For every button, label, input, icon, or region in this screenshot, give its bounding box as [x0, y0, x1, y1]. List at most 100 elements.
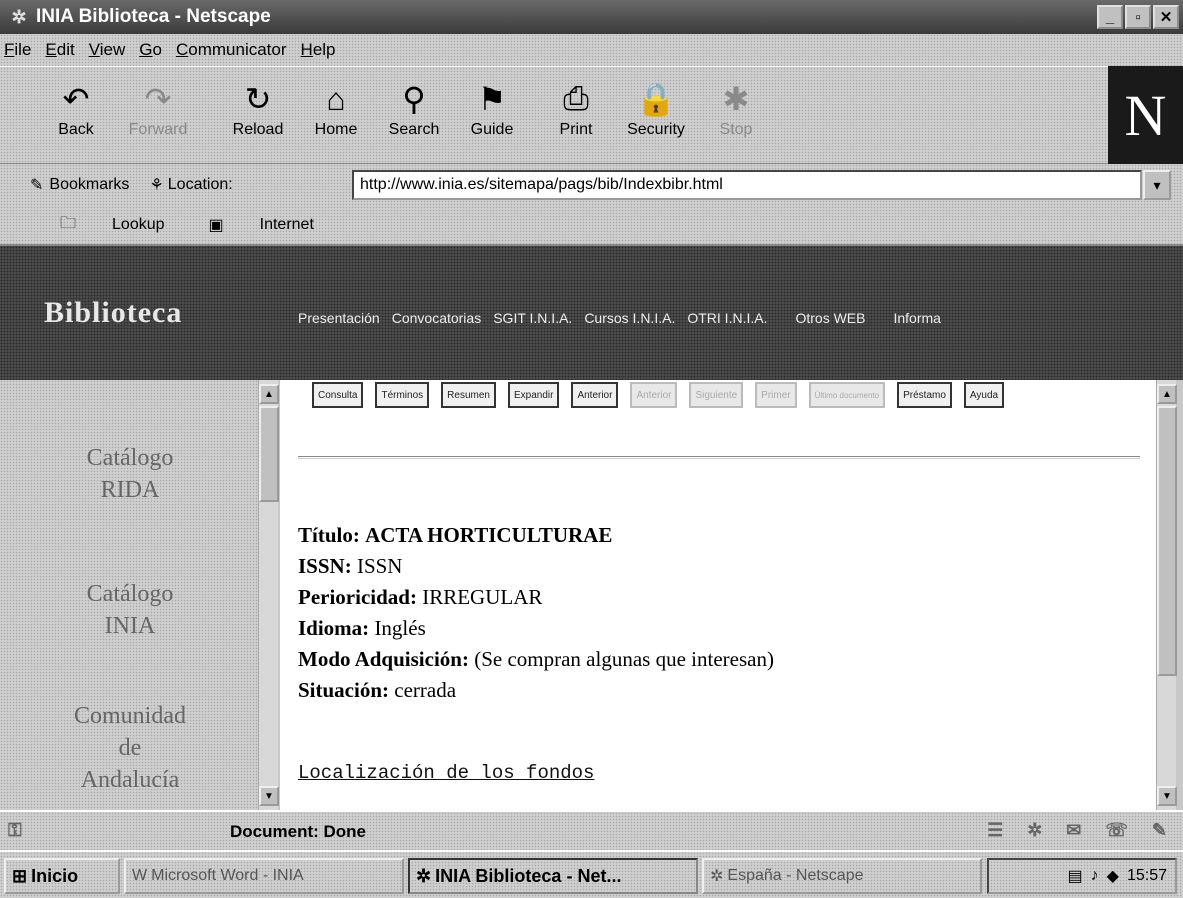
siguiente-button[interactable]: Siguiente — [689, 382, 744, 408]
network-tray-icon[interactable]: ◆ — [1107, 866, 1119, 886]
anterior-disabled-button[interactable]: Anterior — [630, 382, 678, 408]
main-scroll-thumb[interactable] — [1157, 406, 1177, 676]
resumen-button[interactable]: Resumen — [441, 382, 496, 408]
url-dropdown-arrow-icon[interactable]: ▾ — [1143, 170, 1171, 200]
security-icon: 🔒 — [636, 81, 676, 117]
record-issn-row: ISSN: ISSN — [298, 551, 774, 582]
left-item-line: Comunidad — [74, 703, 186, 729]
task-inia-biblioteca[interactable]: ✲ INIA Biblioteca - Net... — [408, 858, 698, 894]
mail-icon[interactable]: ✉ — [1066, 820, 1081, 841]
main-scrollbar[interactable]: ▲ ▼ — [1156, 380, 1177, 810]
scroll-down-arrow-icon[interactable]: ▼ — [259, 786, 279, 806]
nav-otri[interactable]: OTRI I.N.I.A. — [687, 310, 767, 326]
back-label: Back — [58, 121, 94, 138]
forward-button[interactable]: ↷ Forward — [122, 77, 194, 157]
nav-sgit[interactable]: SGIT I.N.I.A. — [493, 310, 572, 326]
minimize-button[interactable]: _ — [1097, 5, 1123, 29]
nav-presentacion[interactable]: Presentación — [298, 310, 380, 326]
left-item-line: INIA — [104, 613, 156, 639]
menu-help[interactable]: Help — [301, 40, 336, 60]
situation-label: Situación: — [298, 678, 390, 702]
forward-icon: ↷ — [144, 81, 172, 117]
banner-nav: Presentación Convocatorias SGIT I.N.I.A.… — [298, 310, 953, 326]
scroll-up-arrow-icon[interactable]: ▲ — [1157, 384, 1177, 404]
url-input[interactable]: http://www.inia.es/sitemapa/pags/bib/Ind… — [352, 170, 1142, 200]
prestamo-button[interactable]: Préstamo — [897, 382, 952, 408]
record-status-row: Situación: cerrada — [298, 675, 774, 706]
nav-convocatorias[interactable]: Convocatorias — [392, 310, 482, 326]
scroll-up-arrow-icon[interactable]: ▲ — [259, 384, 279, 404]
guide-button[interactable]: ⚑ Guide — [456, 77, 528, 157]
home-button[interactable]: ⌂ Home — [300, 77, 372, 157]
status-bar: ⚿ Document: Done ☰ ✲ ✉ ☏ ✎ — [0, 810, 1183, 850]
discussion-icon[interactable]: ☏ — [1105, 820, 1128, 841]
security-lock-icon[interactable]: ⚿ — [8, 820, 22, 841]
ayuda-button[interactable]: Ayuda — [963, 382, 1005, 408]
task-word[interactable]: W Microsoft Word - INIA — [124, 858, 404, 894]
left-scrollbar[interactable]: ▲ ▼ — [258, 380, 279, 810]
back-button[interactable]: ↶ Back — [40, 77, 112, 157]
menu-communicator[interactable]: Communicator — [176, 40, 287, 60]
nav-cursos[interactable]: Cursos I.N.I.A. — [584, 310, 675, 326]
primer-button[interactable]: Primer — [755, 382, 797, 408]
language-value: Inglés — [374, 616, 426, 640]
netscape-logo[interactable]: N — [1108, 66, 1183, 164]
stop-button[interactable]: ✱ Stop — [700, 77, 772, 157]
volume-icon[interactable]: ♪ — [1091, 867, 1099, 885]
monitor-icon[interactable]: ▤ — [1068, 866, 1083, 886]
maximize-button[interactable]: ▫ — [1125, 5, 1151, 29]
left-frame: Catálogo RIDA Catálogo INIA Comunidad de… — [0, 380, 262, 810]
left-item-line: Catálogo — [86, 445, 174, 471]
security-button[interactable]: 🔒 Security — [620, 77, 692, 157]
internet-button[interactable]: ▣ Internet — [179, 215, 314, 235]
home-icon: ⌂ — [326, 80, 346, 117]
language-label: Idioma: — [298, 616, 370, 640]
anterior-button[interactable]: Anterior — [571, 382, 619, 408]
holdings-location-link[interactable]: Localización de los fondos — [298, 762, 594, 784]
menu-file[interactable]: File — [4, 40, 31, 60]
print-icon: ⎙ — [563, 80, 589, 116]
network-icon[interactable]: ✲ — [1027, 820, 1042, 841]
task-espana-netscape[interactable]: ✲ España - Netscape — [702, 858, 982, 894]
ultimo-documento-button[interactable]: Último documento — [808, 382, 886, 408]
location-bar: ✎ Bookmarks ⚘ Location: http://www.inia.… — [0, 164, 1183, 206]
terminos-button[interactable]: Términos — [375, 382, 430, 408]
menu-bar: File Edit View Go Communicator Help — [0, 34, 1183, 66]
lookup-button[interactable]: 🗀 Lookup — [30, 212, 165, 239]
start-button[interactable]: ⊞ Inicio — [4, 858, 120, 894]
menu-go[interactable]: Go — [139, 40, 162, 60]
left-item-comunidad-andalucia[interactable]: Comunidad de Andalucía — [0, 700, 260, 796]
left-scroll-thumb[interactable] — [259, 406, 279, 502]
stop-label: Stop — [719, 121, 753, 138]
record-language-row: Idioma: Inglés — [298, 613, 774, 644]
consulta-button[interactable]: Consulta — [312, 382, 364, 408]
menu-view[interactable]: View — [89, 40, 126, 60]
composer-icon[interactable]: ✎ — [1152, 820, 1167, 841]
record-details: Título: ACTA HORTICULTURAE ISSN: ISSN Pe… — [298, 520, 774, 706]
acquisition-value: (Se compran algunas que interesan) — [474, 647, 774, 671]
task-label: Microsoft Word - INIA — [151, 867, 304, 884]
location-icon: ⚘ — [149, 177, 164, 194]
reload-icon: ↻ — [244, 81, 272, 117]
reload-button[interactable]: ↻ Reload — [222, 77, 294, 157]
issn-label: ISSN: — [298, 554, 352, 578]
situation-value: cerrada — [394, 678, 457, 702]
left-item-catalogo-rida[interactable]: Catálogo RIDA — [0, 442, 260, 506]
expandir-button[interactable]: Expandir — [507, 382, 560, 408]
nav-otros-web[interactable]: Otros WEB — [795, 310, 865, 326]
left-item-catalogo-inia[interactable]: Catálogo INIA — [0, 578, 260, 642]
record-title-row: Título: ACTA HORTICULTURAE — [298, 520, 774, 551]
internet-label: Internet — [259, 216, 314, 233]
windows-logo-icon: ⊞ — [12, 865, 28, 886]
task-label: INIA Biblioteca - Net... — [435, 865, 622, 886]
bookmarks-button[interactable]: ✎ Bookmarks — [30, 175, 129, 195]
close-button[interactable]: ✕ — [1153, 5, 1179, 29]
menu-edit[interactable]: Edit — [45, 40, 74, 60]
scroll-down-arrow-icon[interactable]: ▼ — [1157, 786, 1177, 806]
title-bar: ✲ INIA Biblioteca - Netscape _ ▫ ✕ — [0, 0, 1183, 34]
nav-informa[interactable]: Informa — [893, 310, 940, 326]
search-button[interactable]: ⚲ Search — [378, 77, 450, 157]
print-button[interactable]: ⎙ Print — [540, 77, 612, 157]
task-label: España - Netscape — [727, 867, 864, 884]
netscape-task-icon: ✲ — [416, 865, 432, 886]
